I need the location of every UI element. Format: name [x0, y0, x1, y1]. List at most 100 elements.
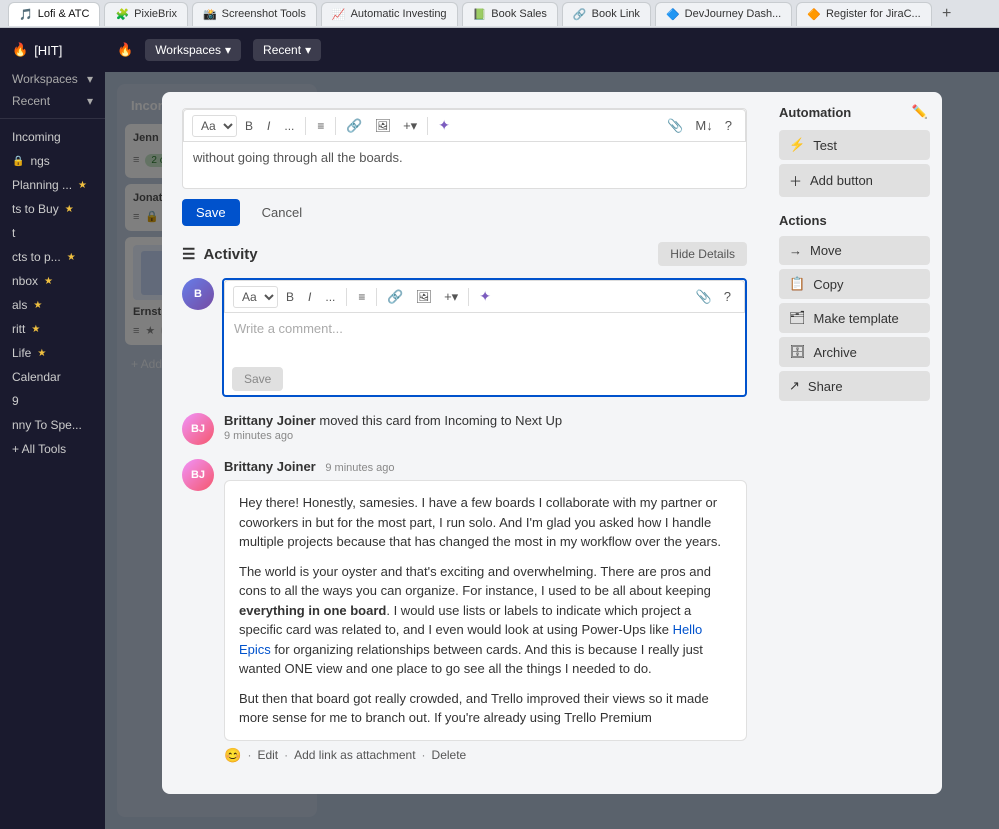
sidebar-item-nny[interactable]: nny To Spe... — [0, 413, 105, 437]
new-tab-button[interactable]: + — [936, 3, 958, 25]
comment-list-button[interactable]: ≡ — [352, 287, 371, 307]
activity-title: ☰ Activity — [182, 245, 258, 263]
hello-epics-link[interactable]: Hello Epics — [239, 622, 702, 657]
recent-chevron: ▾ — [87, 94, 93, 108]
bold-button-top[interactable]: B — [239, 116, 259, 136]
sidebar-divider-automation — [779, 201, 930, 213]
comment-italic-button[interactable]: I — [302, 287, 317, 307]
make-template-label: Make template — [814, 311, 899, 326]
comment-help-button[interactable]: ? — [719, 286, 736, 307]
tab-autoinvest[interactable]: 📈 Automatic Investing — [321, 2, 458, 26]
sidebar-item-als[interactable]: als ★ — [0, 293, 105, 317]
tab-booksales[interactable]: 📗 Book Sales — [462, 2, 558, 26]
comment-image-button[interactable]: 🖼 — [411, 286, 438, 308]
comment-delete-link[interactable]: Delete — [432, 748, 467, 762]
comment-emoji-button[interactable]: 😊 — [224, 747, 241, 764]
tab-icon-devjourney: 🔷 — [666, 8, 680, 21]
image-button-top[interactable]: 🖼 — [370, 115, 397, 137]
sidebar-item-tobuy[interactable]: ts to Buy ★ — [0, 197, 105, 221]
comment-save-button[interactable]: Save — [232, 367, 283, 391]
comment-link-button[interactable]: 🔗 — [382, 286, 408, 308]
lock-icon-ngs: 🔒 — [12, 156, 24, 167]
tab-registerjira[interactable]: 🔶 Register for JiraC... — [796, 2, 931, 26]
sidebar-item-alltools[interactable]: + All Tools — [0, 437, 105, 461]
sidebar-item-planning[interactable]: Planning ... ★ — [0, 173, 105, 197]
plus-button-top[interactable]: +▾ — [398, 115, 422, 137]
top-editor-text: without going through all the boards. — [193, 150, 403, 165]
italic-button-top[interactable]: I — [261, 116, 276, 136]
copy-button[interactable]: 📋 Copy — [779, 269, 930, 299]
toolbar-divider-2 — [335, 117, 336, 135]
add-button-button[interactable]: ＋ Add button — [779, 164, 930, 197]
comment-para-3: But then that board got really crowded, … — [239, 689, 732, 728]
text-format-select[interactable]: Aa — [192, 115, 237, 137]
move-button[interactable]: → Move — [779, 236, 930, 265]
archive-button[interactable]: 🗄 Archive — [779, 337, 930, 367]
tab-pixiebrix[interactable]: 🧩 PixieBrix — [104, 2, 188, 26]
help-button-top[interactable]: ? — [720, 115, 737, 136]
more-button-top[interactable]: ... — [278, 116, 300, 136]
comment-input-field[interactable]: Write a comment... — [224, 313, 745, 363]
sidebar-item-incoming[interactable]: Incoming — [0, 125, 105, 149]
save-button[interactable]: Save — [182, 199, 240, 226]
tab-booklink[interactable]: 🔗 Book Link — [562, 2, 651, 26]
comment-save-row: Save — [224, 363, 745, 395]
comment-toolbar-divider-2 — [376, 288, 377, 306]
sidebar-item-calendar[interactable]: Calendar — [0, 365, 105, 389]
recent-section[interactable]: Recent ▾ — [0, 90, 105, 112]
workspaces-nav-label: Workspaces — [155, 43, 221, 57]
tab-icon-registerjira: 🔶 — [807, 8, 821, 21]
star-icon-planning: ★ — [78, 180, 87, 191]
activity-title-text: Activity — [203, 246, 257, 263]
workspaces-section[interactable]: Workspaces ▾ — [0, 68, 105, 90]
sidebar-item-label-nny: nny To Spe... — [12, 418, 82, 432]
sidebar-item-t[interactable]: t — [0, 221, 105, 245]
recent-button[interactable]: Recent ▾ — [253, 39, 321, 61]
sidebar-item-ngs[interactable]: 🔒 ngs — [0, 149, 105, 173]
cancel-button[interactable]: Cancel — [248, 199, 316, 226]
activity-comment-box: Hey there! Honestly, samesies. I have a … — [224, 480, 747, 741]
hide-details-button[interactable]: Hide Details — [658, 242, 747, 266]
automation-edit-button[interactable]: ✏️ — [910, 102, 930, 122]
sidebar-item-label-calendar: Calendar — [12, 370, 61, 384]
actions-section-title: Actions — [779, 213, 930, 228]
share-button[interactable]: ↗ Share — [779, 371, 930, 401]
comment-plus-button[interactable]: +▾ — [439, 286, 463, 308]
sparkle-button-top[interactable]: ✦ — [433, 114, 455, 137]
attach-button-top[interactable]: 📎 — [662, 115, 688, 137]
recent-nav-chevron: ▾ — [305, 43, 311, 57]
sidebar-item-ritt[interactable]: ritt ★ — [0, 317, 105, 341]
star-icon-tobuy: ★ — [65, 204, 74, 215]
sidebar-item-life[interactable]: Life ★ — [0, 341, 105, 365]
comment-actions-separator-3: · — [422, 748, 426, 762]
tab-devjourney[interactable]: 🔷 DevJourney Dash... — [655, 2, 792, 26]
sidebar-item-nbox[interactable]: nbox ★ — [0, 269, 105, 293]
archive-label: Archive — [814, 345, 857, 360]
comment-placeholder-text: Write a comment... — [234, 321, 343, 336]
main-content: 🔥 Workspaces ▾ Recent ▾ Incoming + — [105, 28, 999, 829]
move-label: Move — [810, 243, 842, 258]
tab-icon-screenshot: 📸 — [203, 8, 217, 21]
tab-screenshot[interactable]: 📸 Screenshot Tools — [192, 2, 317, 26]
comment-attach-button[interactable]: 📎 — [691, 286, 717, 308]
list-button-top[interactable]: ≡ — [311, 116, 330, 136]
comment-sparkle-button[interactable]: ✦ — [474, 285, 496, 308]
sidebar-item-label-cts: cts to p... — [12, 250, 61, 264]
workspaces-button[interactable]: Workspaces ▾ — [145, 39, 241, 61]
sidebar-item-9[interactable]: 9 — [0, 389, 105, 413]
sidebar-item-label-9: 9 — [12, 394, 19, 408]
comment-more-button[interactable]: ... — [319, 287, 341, 307]
make-template-button[interactable]: 🗂 Make template — [779, 303, 930, 333]
test-button[interactable]: ⚡ Test — [779, 130, 930, 160]
top-editor-content[interactable]: without going through all the boards. — [183, 142, 746, 182]
comment-text-format-select[interactable]: Aa — [233, 286, 278, 308]
tab-lofi[interactable]: 🎵 Lofi & ATC — [8, 2, 100, 26]
comment-bold-button[interactable]: B — [280, 287, 300, 307]
sidebar-item-cts[interactable]: cts to p... ★ — [0, 245, 105, 269]
comment-add-link-link[interactable]: Add link as attachment — [294, 748, 415, 762]
sidebar-item-label-ritt: ritt — [12, 322, 25, 336]
automation-title-text: Automation — [779, 105, 851, 120]
comment-edit-link[interactable]: Edit — [257, 748, 278, 762]
markdown-button-top[interactable]: M↓ — [690, 115, 717, 136]
link-button-top[interactable]: 🔗 — [341, 115, 367, 137]
